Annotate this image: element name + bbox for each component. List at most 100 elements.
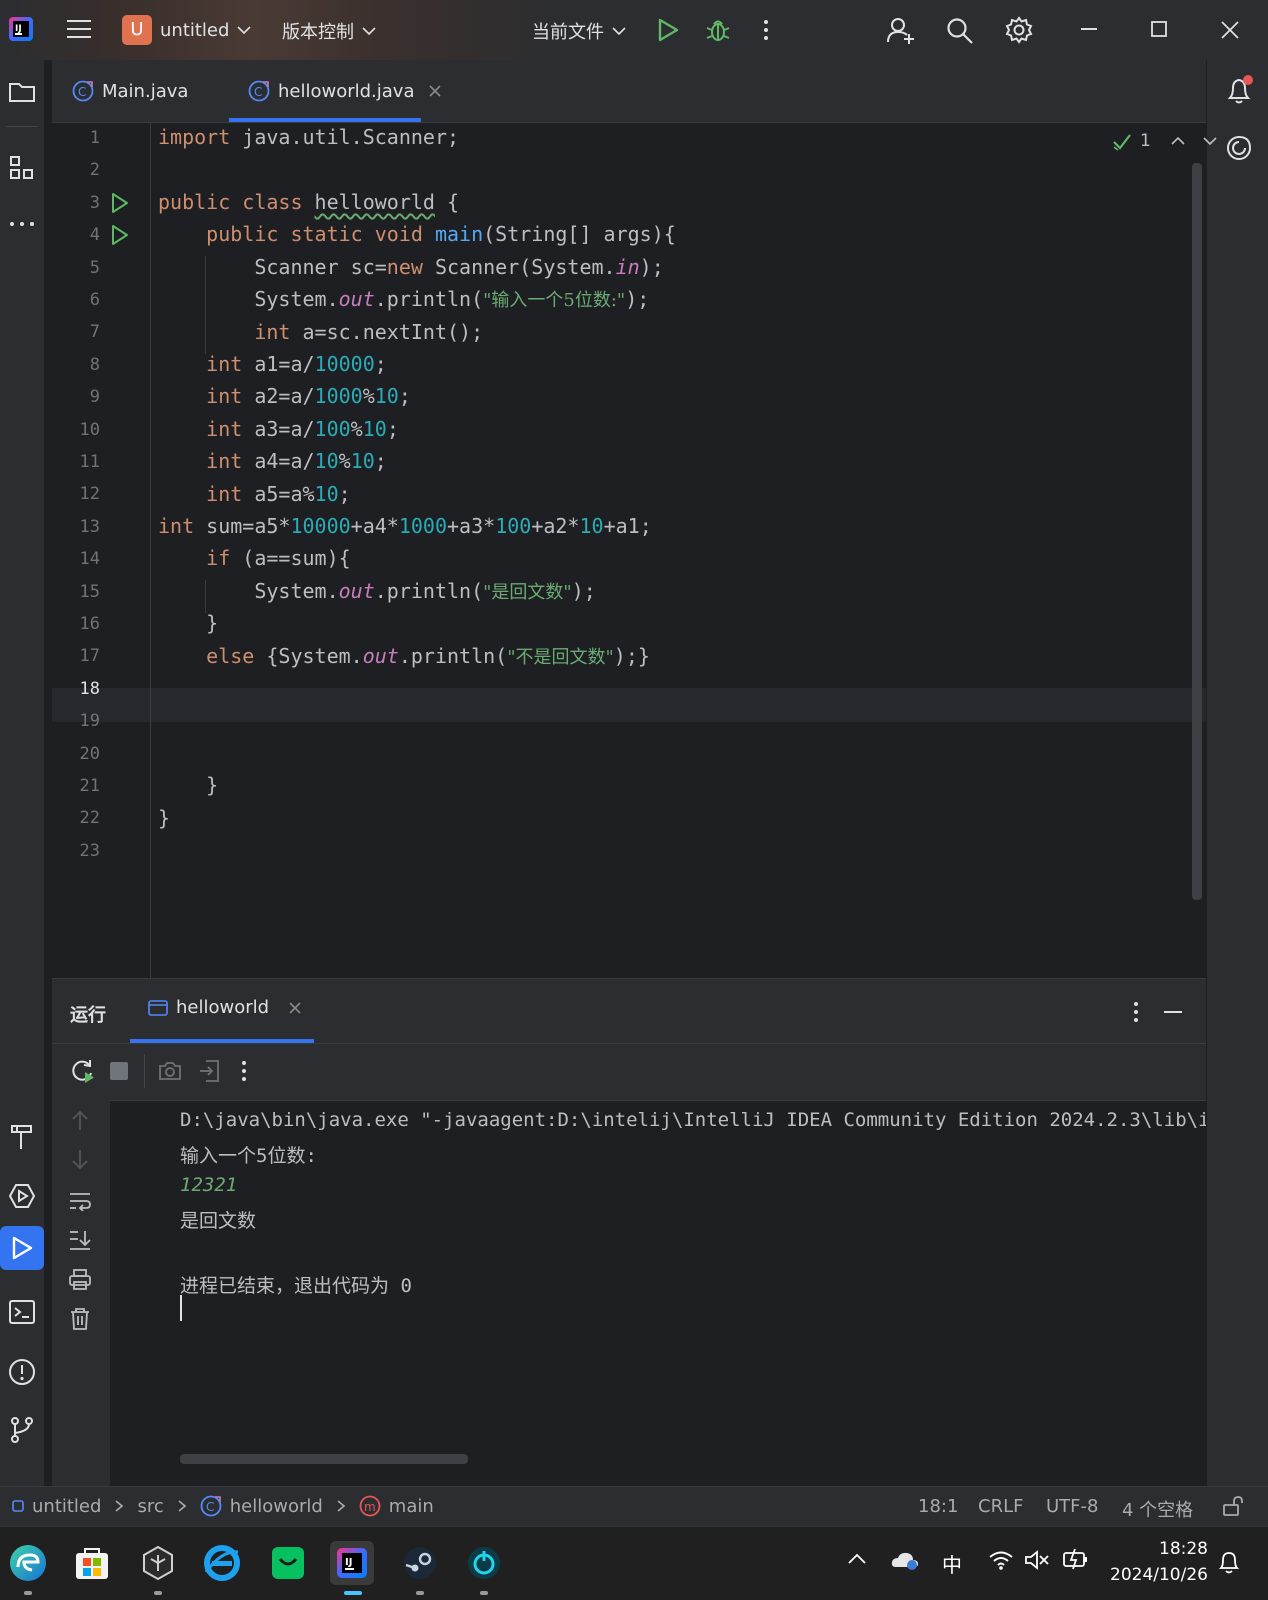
close-tab-icon[interactable] — [428, 85, 441, 97]
clock-date[interactable]: 2024/10/26 — [1110, 1565, 1208, 1585]
clear-trash-icon[interactable] — [69, 1307, 91, 1331]
code-line: int a1=a/10000; — [206, 352, 387, 376]
volume-muted-icon[interactable] — [1024, 1549, 1050, 1571]
indent-setting[interactable]: 4 个空格 — [1122, 1496, 1193, 1522]
tab-main-java[interactable]: C Main.java — [72, 60, 188, 122]
main-menu-icon[interactable] — [66, 17, 92, 41]
unity-hub-icon[interactable] — [136, 1541, 180, 1585]
stop-icon[interactable] — [110, 1062, 128, 1080]
code-line: public static void main(String[] args){ — [206, 222, 676, 246]
panel-options-icon[interactable] — [1132, 1001, 1140, 1023]
code-editor[interactable]: 1 2 3 4 5 6 7 8 9 10 11 12 13 14 15 16 17 18 19 20 21 22 23 1 … — [52, 123, 1217, 978]
clock-time[interactable]: 18:28 — [1158, 1539, 1208, 1559]
tab-helloworld-java[interactable]: C helloworld.java — [248, 60, 441, 122]
structure-icon[interactable] — [0, 146, 44, 190]
line-number: 12 — [79, 484, 100, 505]
more-tools-icon[interactable] — [0, 202, 44, 246]
terminal-icon[interactable] — [0, 1290, 44, 1334]
intellij-logo-icon[interactable]: IJ — [8, 16, 34, 42]
microsoft-store-icon[interactable] — [70, 1541, 114, 1585]
breadcrumb-item[interactable]: untitled — [32, 1496, 101, 1517]
minimize-window-icon[interactable] — [1081, 28, 1097, 30]
debug-button[interactable] — [704, 16, 732, 44]
git-branch-icon[interactable] — [0, 1408, 44, 1452]
run-config-selector[interactable]: 当前文件 — [532, 18, 626, 44]
camera-snapshot-icon[interactable] — [158, 1060, 182, 1082]
rerun-icon[interactable] — [70, 1058, 96, 1084]
console-exit-message: 进程已结束，退出代码为 0 — [180, 1275, 412, 1297]
code-line: int a5=a%10; — [206, 482, 351, 506]
battery-charging-icon[interactable] — [1062, 1547, 1090, 1571]
onedrive-cloud-icon[interactable] — [890, 1549, 920, 1571]
console-output[interactable]: D:\java\bin\java.exe "-javaagent:D:\inte… — [110, 1099, 1206, 1487]
project-selector[interactable]: U untitled — [122, 15, 252, 45]
steam-icon[interactable] — [398, 1541, 442, 1585]
no-string: "不是回文数" — [507, 647, 614, 668]
chevron-up-icon[interactable] — [1171, 136, 1185, 146]
console-horizontal-scrollbar[interactable] — [180, 1454, 468, 1464]
file-encoding[interactable]: UTF-8 — [1046, 1496, 1098, 1517]
teal-app-icon[interactable] — [462, 1541, 506, 1585]
caret-position[interactable]: 18:1 — [918, 1496, 958, 1517]
line-number: 9 — [89, 387, 100, 408]
build-hammer-icon[interactable] — [0, 1114, 44, 1158]
maximize-window-icon[interactable] — [1151, 21, 1167, 37]
add-user-icon[interactable] — [886, 16, 916, 44]
soft-wrap-icon[interactable] — [68, 1191, 92, 1211]
ie-browser-icon[interactable] — [200, 1541, 244, 1585]
vcs-menu[interactable]: 版本控制 — [282, 18, 376, 44]
project-folder-icon[interactable] — [0, 70, 44, 114]
line-number: 11 — [79, 452, 100, 472]
line-number: 15 — [79, 581, 100, 602]
scroll-to-end-icon[interactable] — [68, 1229, 92, 1251]
unlock-icon[interactable] — [1222, 1495, 1244, 1517]
breadcrumb-item[interactable]: main — [389, 1496, 434, 1517]
line-ending[interactable]: CRLF — [978, 1496, 1023, 1517]
chevron-down-icon — [362, 26, 376, 36]
chat-app-icon[interactable] — [266, 1541, 310, 1585]
line-number: 10 — [79, 419, 100, 440]
notification-bell-icon[interactable] — [1218, 1549, 1240, 1575]
running-indicator — [24, 1591, 32, 1595]
run-tool-window-icon[interactable] — [0, 1226, 44, 1270]
close-window-icon[interactable] — [1221, 21, 1239, 39]
intellij-taskbar-icon[interactable]: IJ — [330, 1541, 374, 1585]
console-result: 是回文数 — [180, 1210, 257, 1232]
breadcrumb-item[interactable]: src — [137, 1496, 163, 1517]
ime-indicator[interactable]: 中 — [942, 1549, 962, 1578]
run-button[interactable] — [656, 17, 680, 43]
chevron-right-icon — [178, 1500, 186, 1512]
notifications-bell-icon[interactable] — [1225, 74, 1255, 106]
run-config-label: 当前文件 — [532, 22, 604, 43]
run-tab-helloworld[interactable]: helloworld — [148, 997, 301, 1018]
hide-panel-icon[interactable] — [1164, 1011, 1182, 1013]
svg-text:C: C — [254, 85, 262, 99]
search-icon[interactable] — [946, 17, 974, 45]
run-gutter-icon[interactable] — [110, 192, 130, 214]
line-number: 17 — [79, 646, 100, 667]
close-tab-icon[interactable] — [289, 1001, 301, 1014]
editor-vertical-scrollbar[interactable] — [1192, 163, 1202, 900]
arrow-up-icon[interactable] — [70, 1109, 90, 1131]
inspection-widget[interactable]: 1 — [1112, 131, 1217, 151]
more-actions-icon[interactable] — [240, 1060, 248, 1082]
wifi-icon[interactable] — [988, 1549, 1014, 1571]
ai-assistant-icon[interactable] — [1225, 134, 1253, 162]
arrow-down-icon[interactable] — [70, 1149, 90, 1171]
svg-text:C: C — [78, 85, 86, 99]
chevron-up-icon[interactable] — [848, 1553, 866, 1565]
left-tool-window-bar — [0, 60, 45, 1486]
edge-browser-icon[interactable] — [6, 1541, 50, 1585]
problems-icon[interactable] — [0, 1350, 44, 1394]
settings-gear-icon[interactable] — [1005, 16, 1033, 44]
exit-restore-icon[interactable] — [198, 1059, 220, 1083]
services-icon[interactable] — [0, 1174, 44, 1218]
text-cursor — [180, 1295, 182, 1321]
breadcrumb-item[interactable]: helloworld — [230, 1496, 323, 1517]
print-icon[interactable] — [68, 1269, 92, 1291]
chevron-down-icon — [237, 25, 252, 35]
chevron-down-icon[interactable] — [1203, 136, 1217, 146]
more-actions-icon[interactable] — [762, 18, 770, 42]
run-gutter-icon[interactable] — [110, 224, 130, 246]
code-line: } — [158, 611, 219, 635]
